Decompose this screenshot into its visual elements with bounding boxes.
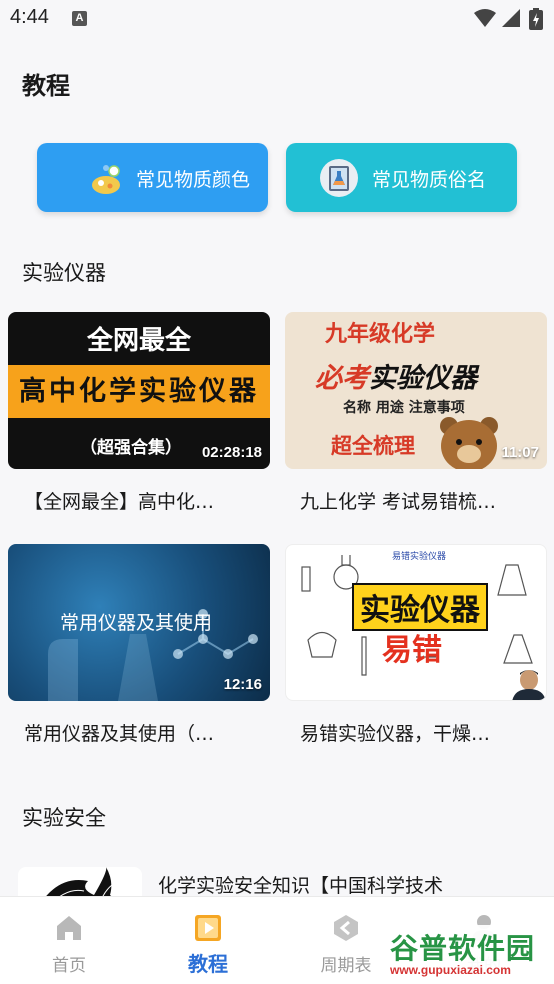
- nav-label-tutorial: 教程: [188, 952, 228, 976]
- cartoon-bear-icon: [440, 417, 498, 469]
- nav-label-home: 首页: [52, 956, 86, 976]
- thumb-text: 常用仪器及其使用: [60, 612, 213, 634]
- thumb-text: 必考实验仪器: [315, 356, 477, 395]
- thumb-text: 全网最全: [86, 326, 191, 356]
- video-duration: 12:16: [223, 676, 262, 693]
- section-title-instruments: 实验仪器: [22, 261, 106, 285]
- nav-periodic-table[interactable]: 周期表: [296, 897, 396, 984]
- video-duration: 02:28:18: [201, 444, 262, 461]
- video-title[interactable]: 易错实验仪器，干燥…: [300, 719, 490, 746]
- site-watermark: 谷普软件园 www.gupuxiazai.com: [386, 925, 554, 984]
- video-thumbnail-2[interactable]: 九年级化学 必考实验仪器 名称 用途 注意事项 超全梳理 11:07: [285, 312, 547, 469]
- battery-icon: [529, 8, 543, 30]
- watermark-url: www.gupuxiazai.com: [390, 963, 511, 977]
- thumb-text: 超全梳理: [331, 434, 415, 458]
- wifi-icon: [474, 9, 496, 27]
- video-title[interactable]: 九上化学 考试易错梳…: [300, 487, 496, 514]
- substance-colors-button[interactable]: 常见物质颜色: [37, 143, 268, 212]
- thumb-text: 必考: [315, 363, 369, 394]
- substance-names-button[interactable]: 常见物质俗名: [286, 143, 517, 212]
- video-title[interactable]: 常用仪器及其使用（…: [24, 719, 214, 746]
- nav-home[interactable]: 首页: [19, 897, 119, 984]
- nav-label-periodic-table: 周期表: [320, 956, 372, 976]
- thumb-text: 高中化学实验仪器: [8, 365, 270, 418]
- periodic-table-icon: [334, 915, 358, 941]
- substance-names-label: 常见物质俗名: [372, 169, 487, 191]
- status-bar: 4:44 A: [0, 0, 554, 38]
- video-thumbnail-1[interactable]: 全网最全 高中化学实验仪器 （超强合集） 02:28:18: [8, 312, 270, 469]
- color-palette-icon: [92, 165, 120, 194]
- thumb-text: （超强合集）: [80, 438, 182, 458]
- video-thumbnail-3[interactable]: 常用仪器及其使用 12:16: [8, 544, 270, 701]
- video-thumbnail-4[interactable]: 易错实验仪器 实验仪器 易错: [285, 544, 547, 701]
- safety-video-title[interactable]: 化学实验安全知识【中国科学技术: [158, 871, 443, 898]
- video-title[interactable]: 【全网最全】高中化…: [24, 487, 214, 514]
- status-time: 4:44: [10, 6, 49, 28]
- tutorial-icon: [195, 915, 221, 941]
- notification-icon: A: [72, 11, 87, 26]
- thumb-text: 实验仪器: [369, 363, 477, 394]
- page-title: 教程: [22, 72, 70, 100]
- section-title-safety: 实验安全: [22, 806, 106, 830]
- thumb-text: 实验仪器: [352, 583, 488, 631]
- thumb-text: 易错: [382, 633, 442, 668]
- video-duration: 11:07: [501, 444, 539, 461]
- nav-tutorial[interactable]: 教程: [158, 897, 258, 984]
- watermark-name: 谷普软件园: [390, 932, 536, 965]
- thumb-text: 九年级化学: [325, 322, 436, 347]
- substance-colors-label: 常见物质颜色: [136, 169, 251, 191]
- presenter-avatar: [512, 670, 546, 700]
- flask-book-icon: [320, 159, 358, 197]
- signal-icon: [502, 9, 520, 27]
- home-icon: [57, 916, 81, 940]
